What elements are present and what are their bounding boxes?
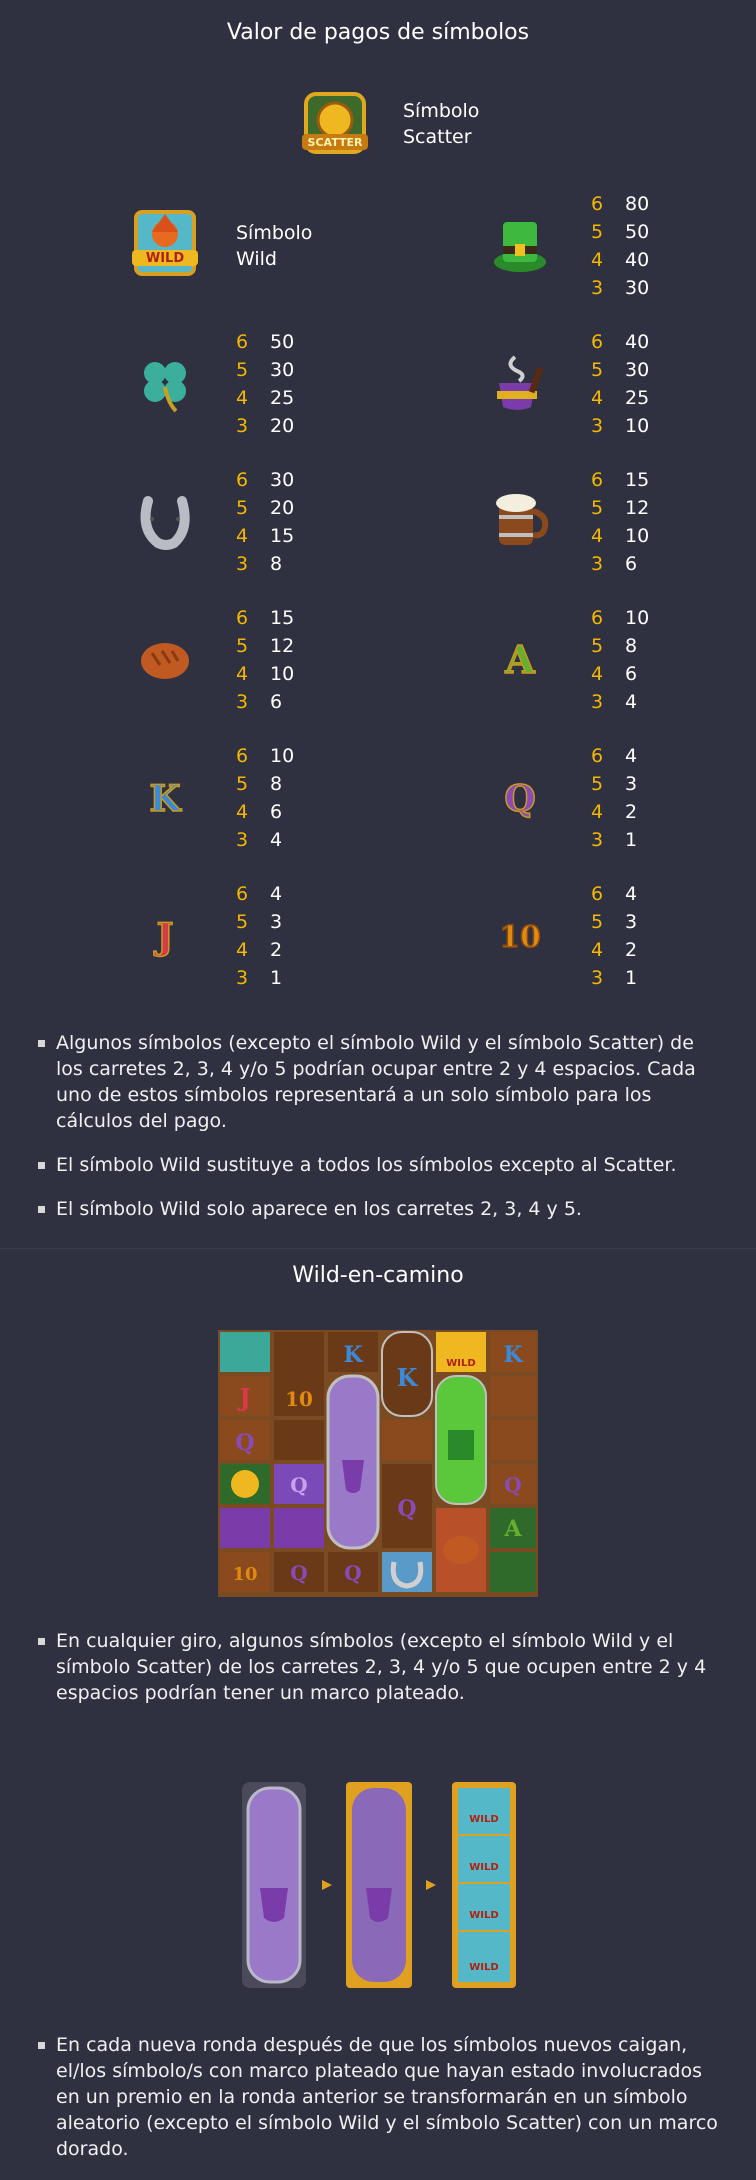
section-divider bbox=[0, 1248, 756, 1249]
svg-text:Q: Q bbox=[290, 1473, 307, 1497]
svg-text:Q: Q bbox=[504, 1473, 521, 1497]
scatter-label: Símbolo Scatter bbox=[403, 100, 480, 148]
scatter-icon: SCATTER bbox=[300, 88, 370, 158]
svg-text:WILD: WILD bbox=[469, 1910, 498, 1921]
letter-k-icon: K bbox=[130, 761, 200, 831]
svg-text:Q: Q bbox=[344, 1561, 361, 1585]
svg-text:10: 10 bbox=[499, 920, 541, 955]
svg-text:A: A bbox=[504, 637, 535, 682]
paytable-clover: 6 50 5 30 4 25 3 20 bbox=[236, 331, 295, 437]
transformation-illustration: WILD WILD WILD WILD bbox=[240, 1780, 520, 1990]
svg-text:K: K bbox=[397, 1363, 419, 1392]
paytable-bread: 6 15 5 12 4 10 36 bbox=[236, 607, 295, 713]
svg-text:WILD: WILD bbox=[446, 1358, 475, 1369]
svg-text:WILD: WILD bbox=[469, 1862, 498, 1873]
svg-text:J: J bbox=[153, 916, 173, 958]
paytable-k: 6 10 58 46 34 bbox=[236, 745, 295, 851]
rule-item: El símbolo Wild sustituye a todos los sí… bbox=[36, 1152, 726, 1178]
paytable-j: 64 53 42 31 bbox=[236, 883, 283, 989]
leprechaun-hat-icon bbox=[485, 210, 555, 280]
scatter-text: SCATTER bbox=[308, 136, 363, 149]
svg-text:Q: Q bbox=[504, 778, 535, 820]
wild-path-rules-2: En cada nueva ronda después de que los s… bbox=[36, 2032, 726, 2180]
clover-icon bbox=[130, 347, 200, 417]
wild-icon: WILD bbox=[130, 208, 200, 278]
paytable-beer: 6 15 5 12 4 10 36 bbox=[591, 469, 650, 575]
bread-icon bbox=[130, 623, 200, 693]
paytable-hat: 6 80 5 50 4 40 3 30 bbox=[591, 193, 650, 299]
svg-text:WILD: WILD bbox=[469, 1962, 498, 1973]
svg-text:J: J bbox=[237, 1383, 250, 1412]
paytable-10: 64 53 42 31 bbox=[591, 883, 638, 989]
svg-text:10: 10 bbox=[285, 1387, 313, 1411]
letter-j-icon: J bbox=[130, 899, 200, 969]
letter-q-icon: Q bbox=[485, 761, 555, 831]
wild-text: WILD bbox=[146, 251, 184, 266]
svg-text:Q: Q bbox=[397, 1496, 416, 1522]
horseshoe-icon bbox=[130, 485, 200, 555]
reel-grid-illustration: J Q 10 10 Q Q K Q K Q WILD K Q A bbox=[218, 1330, 538, 1597]
rule-item: El símbolo Wild solo aparece en los carr… bbox=[36, 1196, 726, 1222]
svg-text:K: K bbox=[149, 778, 182, 820]
number-10-icon: 10 bbox=[485, 899, 555, 969]
svg-text:Q: Q bbox=[290, 1561, 307, 1585]
letter-a-icon: A bbox=[485, 623, 555, 693]
paytable-title: Valor de pagos de símbolos bbox=[226, 20, 530, 45]
wild-path-title: Wild-en-camino bbox=[292, 1263, 464, 1288]
svg-text:K: K bbox=[503, 1342, 523, 1368]
svg-text:Q: Q bbox=[235, 1430, 254, 1456]
rule-item: Algunos símbolos (excepto el símbolo Wil… bbox=[36, 1030, 726, 1134]
wild-label: Símbolo Wild bbox=[236, 222, 313, 270]
paytable-a: 6 10 58 46 34 bbox=[591, 607, 650, 713]
beer-mug-icon bbox=[485, 485, 555, 555]
paytable-pipe: 6 40 5 30 4 25 3 10 bbox=[591, 331, 650, 437]
rule-item: En cualquier giro, algunos símbolos (exc… bbox=[36, 1628, 726, 1706]
svg-text:WILD: WILD bbox=[469, 1814, 498, 1825]
svg-text:K: K bbox=[343, 1342, 363, 1368]
rule-item: En cada nueva ronda después de que los s… bbox=[36, 2032, 726, 2162]
svg-text:10: 10 bbox=[232, 1564, 257, 1585]
rules-list: Algunos símbolos (excepto el símbolo Wil… bbox=[36, 1030, 726, 1240]
svg-text:A: A bbox=[503, 1516, 522, 1542]
paytable-horseshoe: 6 30 5 20 4 15 38 bbox=[236, 469, 295, 575]
pipe-icon bbox=[485, 347, 555, 417]
paytable-q: 64 53 42 31 bbox=[591, 745, 638, 851]
wild-path-rules: En cualquier giro, algunos símbolos (exc… bbox=[36, 1628, 726, 1724]
